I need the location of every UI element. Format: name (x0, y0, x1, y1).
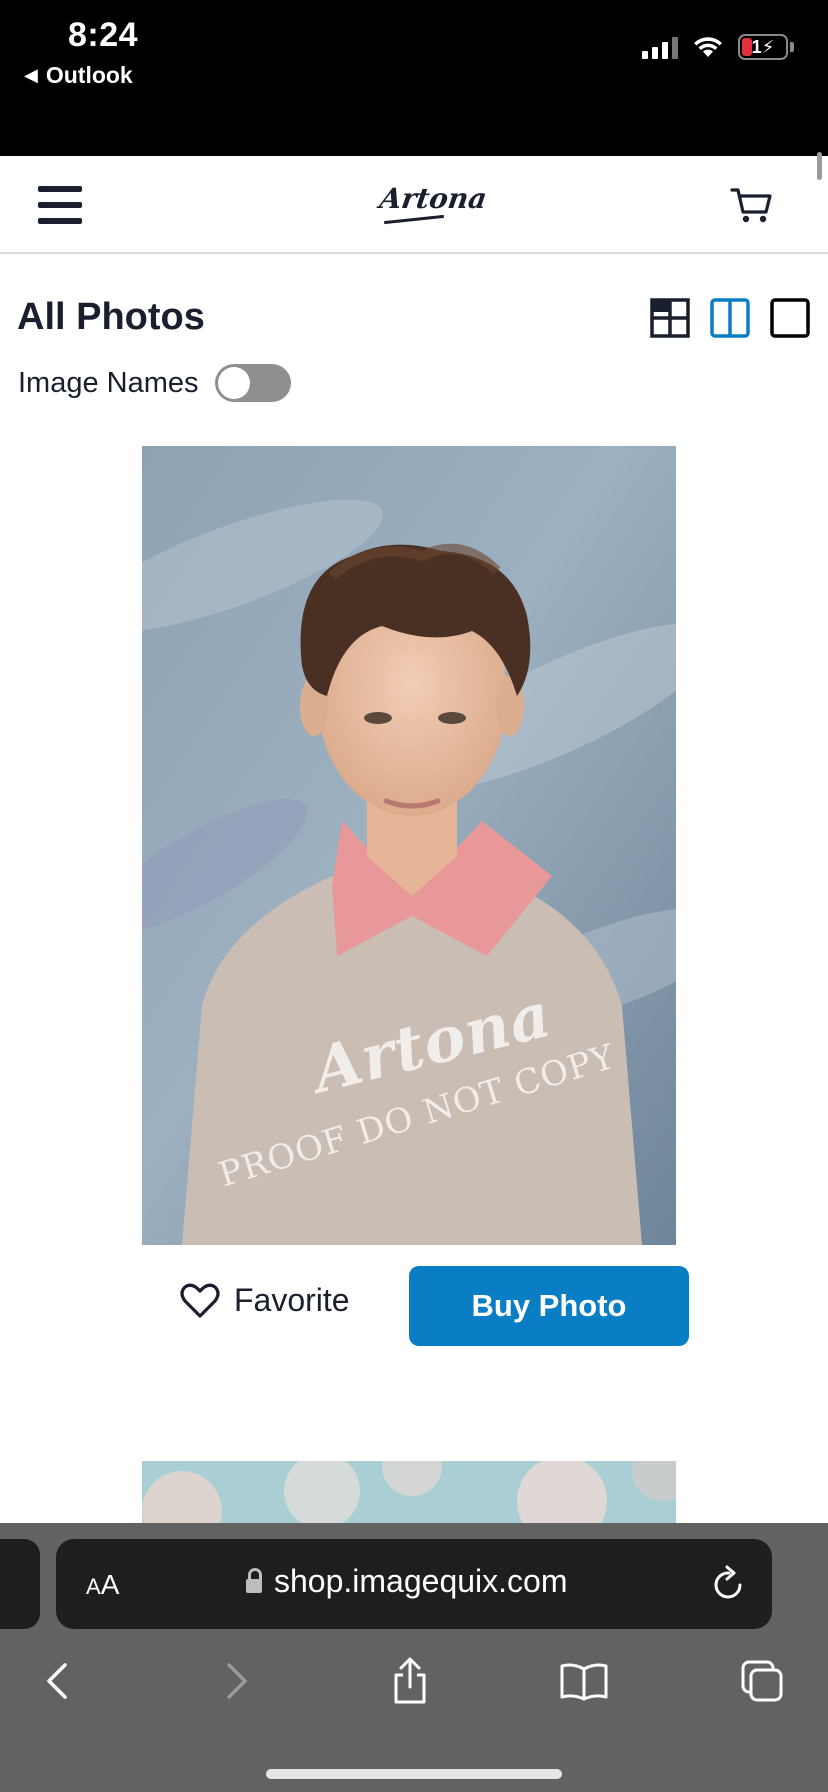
reload-icon[interactable] (712, 1565, 746, 1601)
image-names-label: Image Names (18, 366, 199, 399)
share-icon[interactable] (380, 1651, 440, 1711)
previous-tab-stub[interactable] (0, 1539, 40, 1629)
home-indicator[interactable] (266, 1769, 562, 1779)
view-mode-switcher (650, 298, 810, 338)
two-column-view-icon[interactable] (710, 298, 750, 338)
back-app-label: Outlook (45, 62, 133, 88)
page-scroll-indicator (817, 152, 822, 180)
toggle-knob (217, 367, 250, 399)
hamburger-menu-icon[interactable] (38, 186, 82, 224)
forward-chevron-icon[interactable] (206, 1651, 266, 1711)
battery-tip (790, 42, 794, 52)
buy-photo-button[interactable]: Buy Photo (409, 1266, 689, 1346)
heart-icon (180, 1283, 220, 1318)
favorite-button[interactable]: Favorite (180, 1282, 350, 1319)
status-icons: 1 ⚡ (642, 34, 794, 60)
battery-level: 1 (751, 36, 762, 57)
url-display[interactable]: shop.imagequix.com (246, 1563, 567, 1600)
shopping-cart-icon[interactable] (730, 186, 774, 231)
single-view-icon[interactable] (770, 298, 810, 338)
image-names-toggle-row: Image Names (18, 364, 291, 402)
browser-nav-row (0, 1651, 828, 1721)
address-bar[interactable]: AA shop.imagequix.com (56, 1539, 772, 1629)
site-header: Artona (0, 156, 828, 254)
artona-logo[interactable]: Artona (378, 182, 489, 215)
image-names-toggle[interactable] (214, 364, 291, 402)
status-time: 8:24 (68, 16, 139, 54)
logo-underline (384, 214, 444, 225)
lock-icon (246, 1567, 262, 1593)
bookmarks-icon[interactable] (554, 1651, 614, 1711)
next-portrait-photo[interactable] (142, 1461, 676, 1523)
photo-actions: Favorite Buy Photo (0, 1266, 828, 1346)
text-size-button[interactable]: AA (86, 1569, 119, 1601)
grid-view-icon[interactable] (650, 298, 690, 338)
url-text: shop.imagequix.com (274, 1563, 568, 1599)
battery-icon: 1 ⚡ (738, 34, 788, 60)
wifi-icon (694, 37, 722, 57)
tabs-icon[interactable] (732, 1651, 792, 1711)
browser-toolbar: AA shop.imagequix.com (0, 1523, 828, 1792)
back-chevron-icon[interactable] (28, 1651, 88, 1711)
page-title: All Photos (17, 296, 205, 338)
back-triangle-icon: ◀ (24, 65, 38, 85)
back-to-app-link[interactable]: ◀ Outlook (24, 62, 133, 89)
favorite-label: Favorite (234, 1282, 350, 1318)
status-bar: 8:24 ◀ Outlook 1 ⚡ (0, 0, 828, 156)
student-portrait-photo[interactable]: Artona PROOF DO NOT COPY (142, 446, 676, 1245)
cellular-signal-icon (642, 35, 678, 59)
